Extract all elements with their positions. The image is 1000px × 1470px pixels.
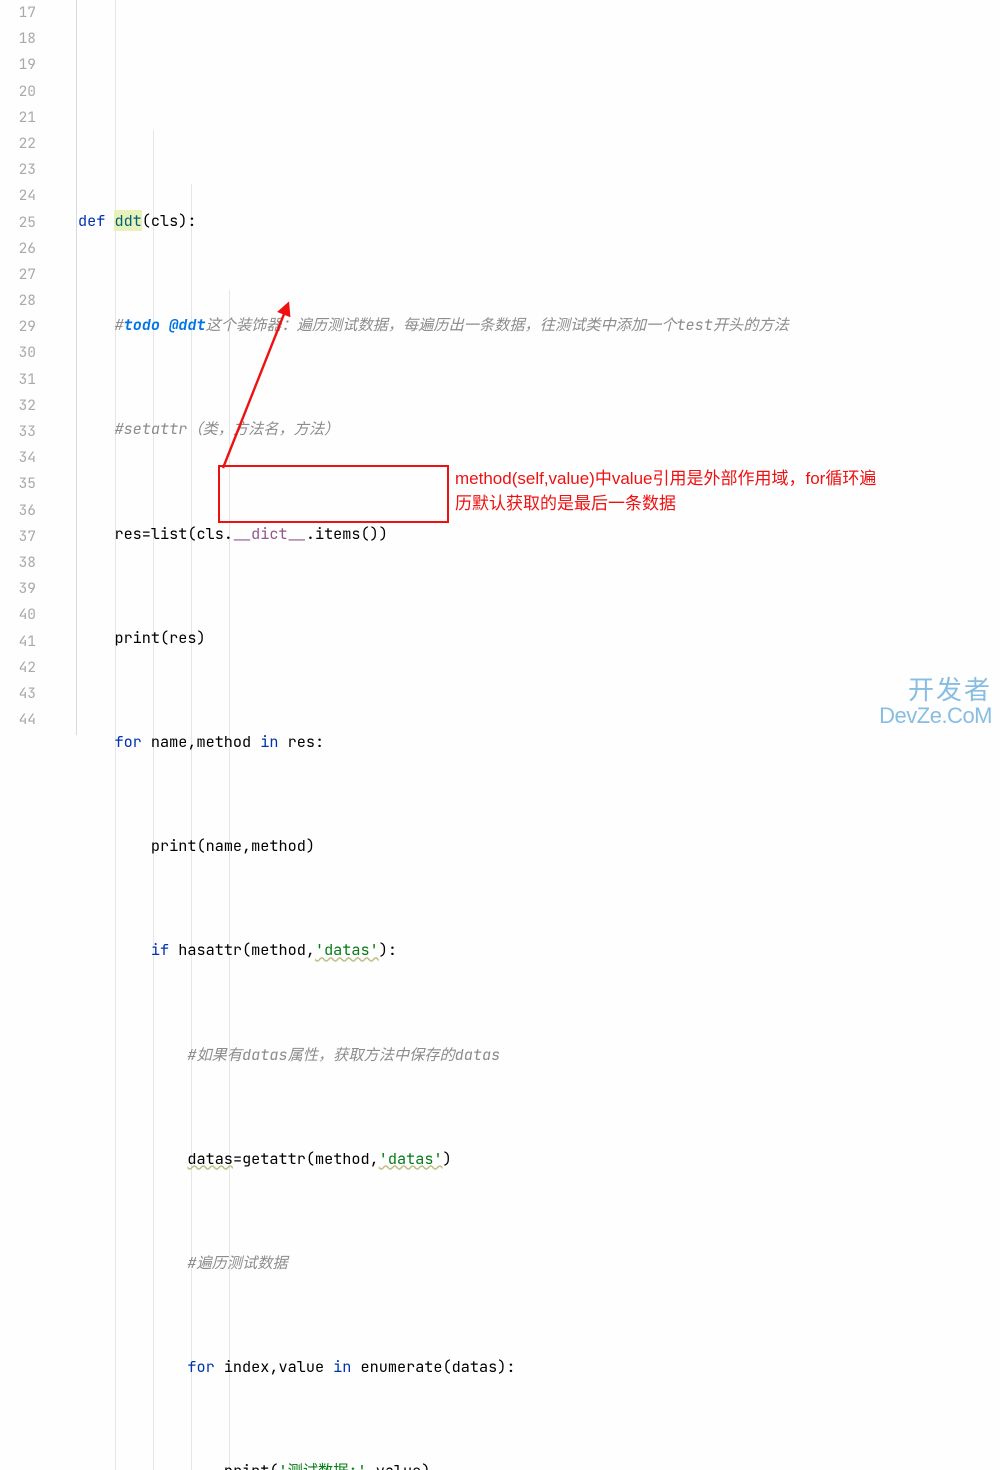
line-number: 28 [0,288,56,314]
code-line[interactable]: print('测试数据:',value) [78,1458,998,1470]
code-line[interactable]: #todo @ddt这个装饰器：遍历测试数据，每遍历出一条数据，往测试类中添加一… [78,312,998,338]
line-number: 19 [0,52,56,78]
line-number: 23 [0,157,56,183]
line-number: 36 [0,498,56,524]
code-line[interactable]: datas=getattr(method,'datas') [78,1146,998,1172]
code-line[interactable]: #遍历测试数据 [78,1250,998,1276]
line-number: 20 [0,79,56,105]
line-number: 25 [0,210,56,236]
line-number: 41 [0,629,56,655]
code-editor[interactable]: def ddt(cls): #todo @ddt这个装饰器：遍历测试数据，每遍历… [78,0,998,1470]
code-line[interactable]: def ddt(cls): [78,208,998,234]
line-number: 44 [0,707,56,733]
annotation-text: method(self,value)中value引用是外部作用域，for循环遍 … [455,466,1000,516]
code-line[interactable]: if hasattr(method,'datas'): [78,937,998,963]
line-number: 43 [0,681,56,707]
line-number: 35 [0,471,56,497]
line-number: 18 [0,26,56,52]
line-number: 17 [0,0,56,26]
line-number: 21 [0,105,56,131]
line-number: 22 [0,131,56,157]
line-number: 33 [0,419,56,445]
code-line[interactable]: for index,value in enumerate(datas): [78,1354,998,1380]
code-line[interactable]: print(res) [78,625,998,651]
code-line[interactable]: #setattr（类，方法名，方法） [78,416,998,442]
code-line[interactable]: #如果有datas属性，获取方法中保存的datas [78,1042,998,1068]
code-line[interactable]: for name,method in res: [78,729,998,755]
line-number: 34 [0,445,56,471]
line-number: 24 [0,183,56,209]
line-number: 26 [0,236,56,262]
code-line[interactable]: print(name,method) [78,833,998,859]
line-number: 42 [0,655,56,681]
line-number: 32 [0,393,56,419]
fold-column[interactable] [56,0,77,735]
line-number: 38 [0,550,56,576]
line-number: 37 [0,524,56,550]
line-number: 29 [0,314,56,340]
line-number: 31 [0,367,56,393]
line-number: 39 [0,576,56,602]
line-number: 40 [0,602,56,628]
code-line[interactable]: res=list(cls.__dict__.items()) [78,521,998,547]
line-number: 27 [0,262,56,288]
line-number-gutter: 17 18 19 20 21 22 23 24 25 26 27 28 29 3… [0,0,56,735]
line-number: 30 [0,340,56,366]
